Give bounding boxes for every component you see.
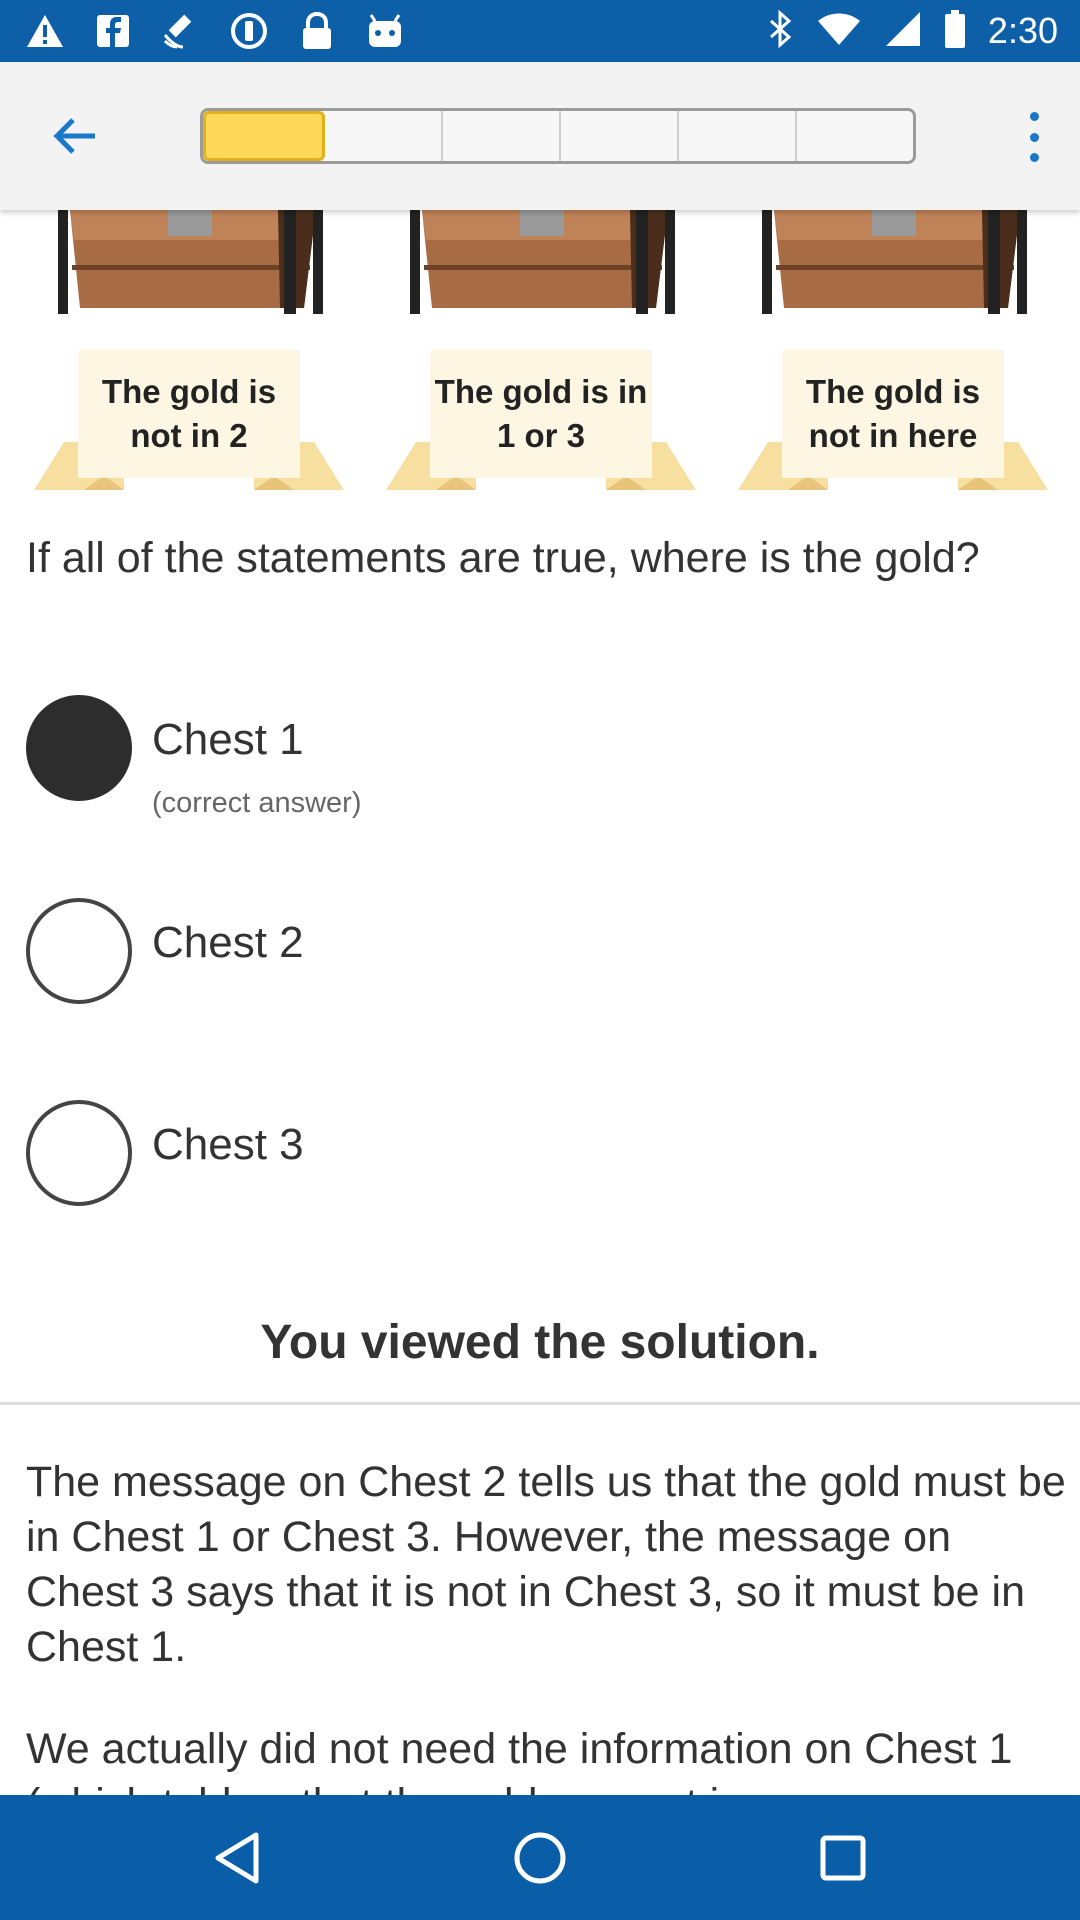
nav-recents-button[interactable] (808, 1823, 878, 1893)
satellite-icon (160, 10, 202, 52)
lesson-progress-bar (200, 108, 916, 164)
option-label: Chest 2 (152, 918, 304, 967)
nav-back-icon (215, 1832, 259, 1884)
progress-segment (679, 111, 797, 161)
explanation-paragraph: We actually did not need the information… (26, 1725, 1013, 1795)
treasure-chest-1-icon (58, 210, 323, 314)
correct-answer-note: (correct answer) (152, 787, 362, 819)
arrow-back-icon (53, 118, 95, 154)
nav-back-button[interactable] (202, 1823, 272, 1893)
progress-segment (325, 111, 443, 161)
more-options-button[interactable] (1024, 112, 1044, 162)
android-icon (364, 10, 406, 52)
signal-icon (884, 10, 922, 53)
data-saver-icon (228, 10, 270, 52)
divider (0, 1402, 1080, 1405)
system-nav-bar (0, 1795, 1080, 1920)
solution-explanation: The message on Chest 2 tells us that the… (26, 1455, 1066, 1795)
warning-icon (24, 10, 66, 52)
progress-segment (561, 111, 679, 161)
radio-button[interactable] (26, 1100, 132, 1206)
back-button[interactable] (40, 106, 108, 166)
lock-icon (296, 10, 338, 52)
progress-segment (797, 111, 913, 161)
status-time: 2:30 (987, 10, 1058, 51)
chest-3-label: The gold is not in here (738, 350, 1048, 490)
treasure-chest-3-icon (762, 210, 1027, 314)
option-label: Chest 3 (152, 1120, 304, 1169)
question-text: If all of the statements are true, where… (26, 534, 980, 582)
radio-button[interactable] (26, 898, 132, 1004)
nav-home-button[interactable] (505, 1823, 575, 1893)
fake-gps-icon (92, 10, 134, 52)
chest-2-message: The gold is in 1 or 3 (430, 350, 652, 478)
status-bar: 2:30 (0, 0, 1080, 62)
wifi-icon (816, 11, 862, 52)
explanation-paragraph: The message on Chest 2 tells us that the… (26, 1458, 1066, 1671)
chest-2-label: The gold is in 1 or 3 (386, 350, 696, 490)
treasure-chest-2-icon (410, 210, 675, 314)
status-system-icons: 2:30 (768, 8, 1058, 54)
app-bar (0, 62, 1080, 210)
bluetooth-icon (768, 9, 794, 54)
more-vert-icon (1029, 112, 1039, 121)
option-chest-2[interactable]: Chest 2 (26, 898, 1056, 1008)
radio-button-selected[interactable] (26, 695, 132, 801)
status-notification-icons (24, 10, 406, 52)
option-chest-1[interactable]: Chest 1 (correct answer) (26, 695, 1056, 819)
chest-illustrations: The gold is not in 2 The gold is in 1 or… (0, 210, 1080, 500)
chest-3-message: The gold is not in here (782, 350, 1004, 478)
progress-segment (443, 111, 561, 161)
battery-icon (944, 9, 966, 54)
option-label: Chest 1 (152, 715, 304, 764)
chest-1-label: The gold is not in 2 (34, 350, 344, 490)
nav-home-icon (514, 1832, 566, 1884)
nav-recents-icon (820, 1835, 866, 1881)
progress-segment-filled (203, 111, 325, 161)
chest-1-message: The gold is not in 2 (78, 350, 300, 478)
option-chest-3[interactable]: Chest 3 (26, 1100, 1056, 1210)
solution-heading: You viewed the solution. (260, 1316, 820, 1369)
